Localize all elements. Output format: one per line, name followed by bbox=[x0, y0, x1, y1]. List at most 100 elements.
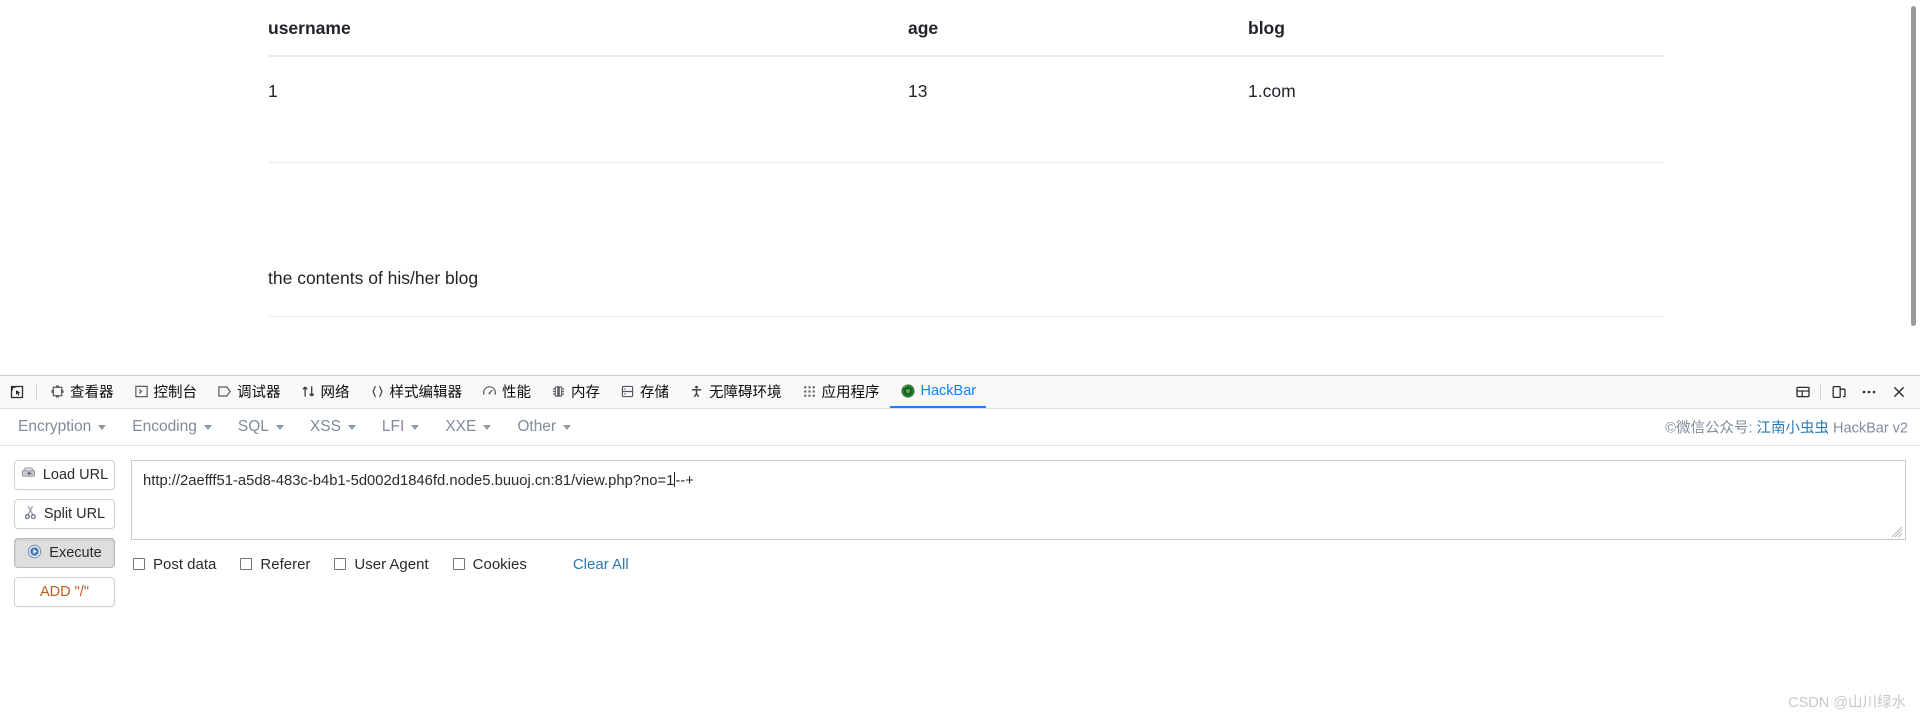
brand-prefix: ©微信公众号: bbox=[1665, 420, 1757, 437]
tab-label: 样式编辑器 bbox=[389, 384, 463, 401]
hackbar-icon bbox=[900, 383, 916, 399]
url-value-before-caret: http://2aefff51-a5d8-483c-b4b1-5d002d184… bbox=[143, 473, 675, 489]
tab-network[interactable]: 网络 bbox=[291, 376, 360, 408]
hackbar-action-buttons: Load URL Split URL Execute ADD "/" bbox=[14, 460, 115, 607]
tab-label: HackBar bbox=[920, 383, 977, 399]
checkbox-user-agent[interactable]: User Agent bbox=[334, 556, 429, 573]
element-picker-icon[interactable] bbox=[0, 376, 34, 408]
checkbox-label: Referer bbox=[260, 555, 311, 573]
button-label: Split URL bbox=[43, 506, 106, 522]
scrollbar-thumb[interactable] bbox=[1911, 6, 1916, 326]
menu-label: Encoding bbox=[132, 418, 197, 435]
button-label: ADD "/" bbox=[40, 584, 89, 600]
tab-performance[interactable]: 性能 bbox=[472, 376, 541, 408]
url-textarea[interactable]: http://2aefff51-a5d8-483c-b4b1-5d002d184… bbox=[131, 460, 1906, 540]
checkbox-cookies[interactable]: Cookies bbox=[452, 556, 527, 573]
tab-label: 查看器 bbox=[70, 384, 114, 401]
clear-all-link[interactable]: Clear All bbox=[573, 556, 629, 573]
textarea-resize-handle[interactable] bbox=[1891, 525, 1903, 538]
menu-lfi[interactable]: LFI bbox=[382, 418, 435, 436]
checkbox-box[interactable] bbox=[133, 558, 145, 570]
column-header-username: username bbox=[268, 0, 908, 57]
tab-debugger[interactable]: 调试器 bbox=[207, 376, 291, 408]
page-content: username age blog 1 13 1.com the content… bbox=[268, 0, 1664, 317]
responsive-design-mode-icon[interactable] bbox=[1824, 376, 1854, 408]
accessibility-icon bbox=[689, 384, 704, 399]
more-options-icon[interactable] bbox=[1854, 376, 1884, 408]
tab-bar-spacer bbox=[986, 376, 1788, 408]
tab-memory[interactable]: 内存 bbox=[541, 376, 610, 408]
checkbox-box[interactable] bbox=[240, 558, 253, 570]
tab-application[interactable]: 应用程序 bbox=[792, 376, 890, 408]
button-label: Execute bbox=[49, 545, 102, 561]
load-url-button[interactable]: Load URL bbox=[14, 460, 115, 490]
dock-layout-icon[interactable] bbox=[1788, 376, 1818, 408]
tab-label: 网络 bbox=[320, 384, 350, 401]
tab-label: 无障碍环境 bbox=[709, 384, 782, 401]
cell-blog: 1.com bbox=[1248, 56, 1664, 163]
blog-contents-text: the contents of his/her blog bbox=[268, 268, 1664, 317]
menu-encryption[interactable]: Encryption bbox=[18, 418, 122, 436]
tab-style-editor[interactable]: 样式编辑器 bbox=[360, 376, 473, 408]
split-url-button[interactable]: Split URL bbox=[14, 499, 115, 529]
network-icon bbox=[301, 384, 316, 399]
tab-console[interactable]: 控制台 bbox=[124, 376, 208, 408]
chevron-down-icon bbox=[347, 424, 356, 430]
tab-label: 内存 bbox=[571, 384, 600, 401]
brand-version: HackBar v2 bbox=[1829, 420, 1908, 437]
chevron-down-icon bbox=[98, 424, 107, 430]
column-header-age: age bbox=[908, 0, 1248, 57]
url-value-after-caret: --+ bbox=[675, 473, 694, 489]
menu-encoding[interactable]: Encoding bbox=[132, 418, 228, 436]
menu-xss[interactable]: XSS bbox=[310, 418, 372, 436]
tab-label: 调试器 bbox=[237, 384, 281, 401]
page-vertical-scrollbar[interactable] bbox=[1909, 6, 1918, 361]
cell-username: 1 bbox=[268, 56, 908, 163]
tab-accessibility[interactable]: 无障碍环境 bbox=[679, 376, 792, 408]
hackbar-brand: ©微信公众号: 江南小虫虫 HackBar v2 bbox=[1665, 417, 1908, 438]
hackbar-options-row: Post data Referer User Agent Cookies Cle… bbox=[131, 540, 1906, 588]
storage-icon bbox=[620, 384, 635, 399]
tab-label: 应用程序 bbox=[821, 384, 880, 401]
checkbox-post-data[interactable]: Post data bbox=[133, 556, 216, 573]
checkbox-box[interactable] bbox=[334, 558, 347, 570]
menu-sql[interactable]: SQL bbox=[238, 418, 300, 436]
table-row: 1 13 1.com bbox=[268, 56, 1664, 163]
application-icon bbox=[802, 384, 817, 399]
execute-button[interactable]: Execute bbox=[14, 538, 115, 568]
debugger-icon bbox=[217, 384, 232, 399]
brand-link[interactable]: 江南小虫虫 bbox=[1757, 421, 1830, 437]
execute-icon bbox=[27, 544, 42, 563]
performance-icon bbox=[482, 384, 497, 399]
tab-storage[interactable]: 存储 bbox=[610, 376, 679, 408]
chevron-down-icon bbox=[563, 424, 572, 430]
load-url-icon bbox=[21, 466, 36, 484]
tab-label: 存储 bbox=[640, 384, 669, 401]
menu-label: LFI bbox=[381, 418, 405, 435]
cell-age: 13 bbox=[908, 56, 1248, 163]
chevron-down-icon bbox=[203, 424, 212, 430]
menu-xxe[interactable]: XXE bbox=[445, 418, 507, 436]
csdn-watermark: CSDN @山川绿水 bbox=[1788, 695, 1906, 711]
menu-label: XXE bbox=[445, 418, 477, 435]
add-slash-button[interactable]: ADD "/" bbox=[14, 577, 115, 607]
toolbar-divider bbox=[1820, 383, 1821, 401]
checkbox-box[interactable] bbox=[452, 558, 465, 570]
console-icon bbox=[134, 384, 149, 399]
tab-hackbar[interactable]: HackBar bbox=[889, 376, 987, 408]
toolbar-divider bbox=[36, 383, 37, 401]
hackbar-url-section: http://2aefff51-a5d8-483c-b4b1-5d002d184… bbox=[131, 460, 1906, 607]
hackbar-body: Load URL Split URL Execute ADD "/" http: bbox=[0, 446, 1920, 607]
tab-label: 控制台 bbox=[153, 384, 198, 401]
table-header-row: username age blog bbox=[268, 0, 1664, 57]
devtools-panel: 查看器 控制台 调试器 网络 样式编辑器 性能 内存 存储 无障碍环境 应用程序… bbox=[0, 375, 1920, 724]
checkbox-referer[interactable]: Referer bbox=[240, 556, 310, 573]
tab-inspector[interactable]: 查看器 bbox=[40, 376, 124, 408]
close-icon[interactable] bbox=[1884, 376, 1914, 408]
memory-icon bbox=[551, 384, 566, 399]
chevron-down-icon bbox=[483, 424, 492, 430]
menu-label: Encryption bbox=[18, 418, 92, 435]
menu-other[interactable]: Other bbox=[517, 418, 587, 436]
tab-label: 性能 bbox=[502, 384, 531, 401]
inspector-icon bbox=[50, 384, 65, 399]
